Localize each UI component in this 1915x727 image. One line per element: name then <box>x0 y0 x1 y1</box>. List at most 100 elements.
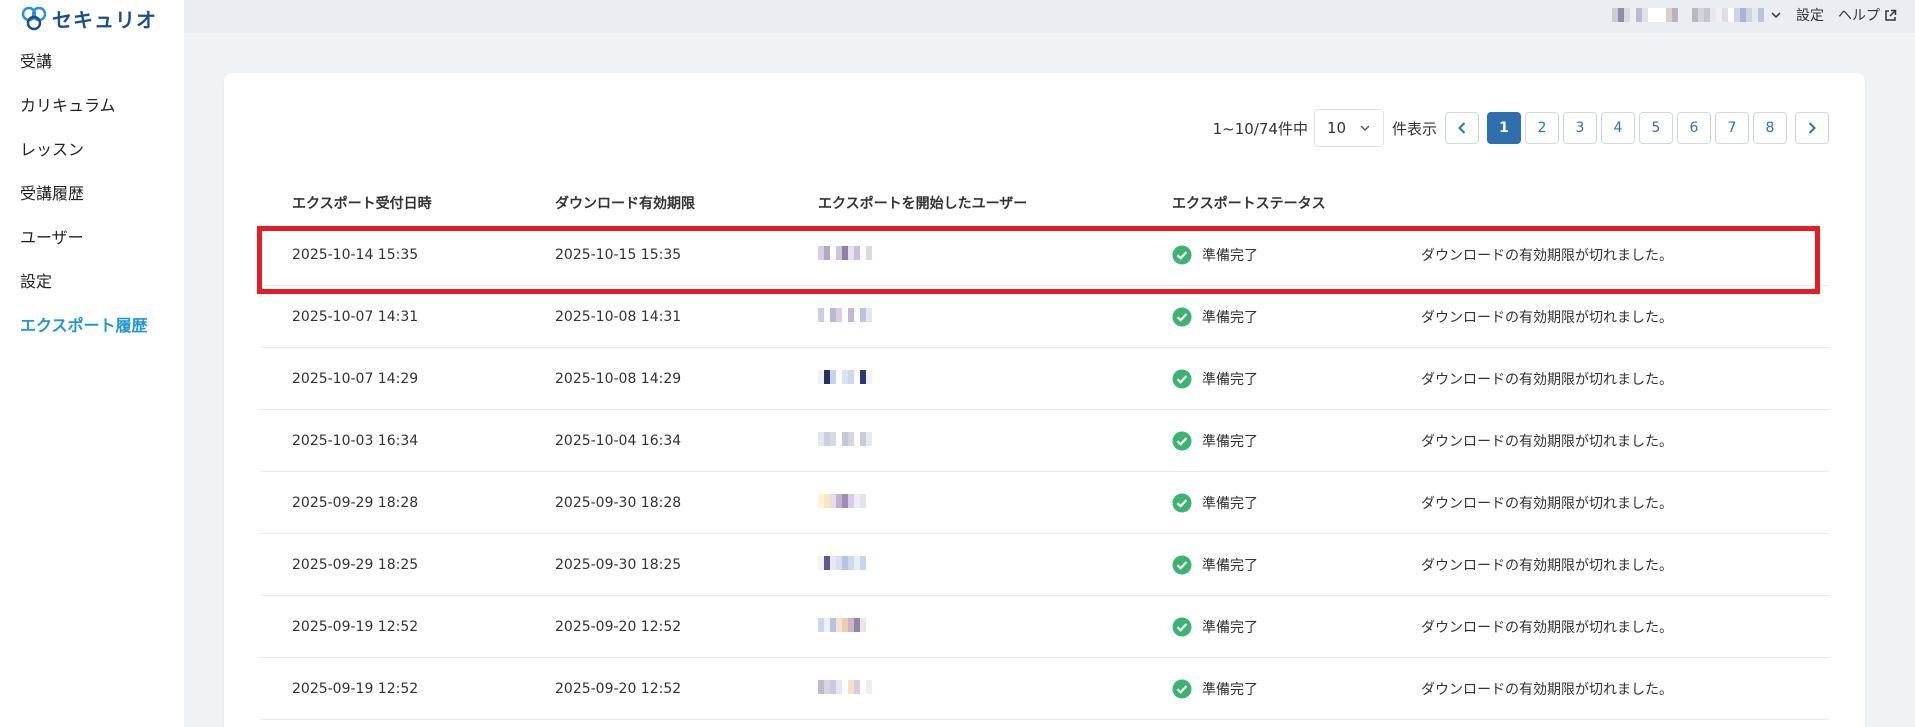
cell-note: ダウンロードの有効期限が切れました。 <box>1421 619 1673 636</box>
table-body: 2025-10-14 15:35 2025-10-15 15:35 準備完了 ダ… <box>260 224 1829 720</box>
sidebar-item-lessons[interactable]: レッスン <box>0 132 184 176</box>
sidebar-item-history[interactable]: 受講履歴 <box>0 176 184 220</box>
cell-received-at: 2025-09-29 18:25 <box>292 556 419 573</box>
header-received-at: エクスポート受付日時 <box>292 196 432 212</box>
external-link-icon <box>1885 9 1897 21</box>
cell-expires-at: 2025-10-15 15:35 <box>555 246 682 263</box>
table-row: 2025-09-19 12:52 2025-09-20 12:52 準備完了 ダ… <box>260 658 1829 720</box>
check-circle-icon <box>1172 245 1192 264</box>
app: セキュリオ 受講 カリキュラム レッスン 受講履歴 ユーザー 設定 エクスポート… <box>0 0 1915 727</box>
status-badge: 準備完了 <box>1172 245 1421 265</box>
cell-note: ダウンロードの有効期限が切れました。 <box>1421 309 1673 326</box>
sidebar-item-export-history[interactable]: エクスポート履歴 <box>0 308 184 352</box>
page-button-4[interactable]: 4 <box>1601 112 1635 144</box>
status-text: 準備完了 <box>1202 247 1258 264</box>
cell-note: ダウンロードの有効期限が切れました。 <box>1421 495 1673 512</box>
help-link[interactable]: ヘルプ <box>1838 5 1897 25</box>
chevron-down-icon <box>1771 12 1781 19</box>
user-menu[interactable] <box>1692 8 1782 22</box>
prev-page-button[interactable] <box>1445 112 1479 144</box>
cell-started-by <box>786 369 1140 388</box>
status-badge: 準備完了 <box>1172 307 1421 327</box>
help-link-label: ヘルプ <box>1838 8 1880 24</box>
table-row: 2025-10-07 14:29 2025-10-08 14:29 準備完了 ダ… <box>260 348 1829 410</box>
sidebar-item-users[interactable]: ユーザー <box>0 220 184 264</box>
table-row: 2025-09-29 18:25 2025-09-30 18:25 準備完了 ダ… <box>260 534 1829 596</box>
topbar-right: 設定 ヘルプ <box>1612 0 1897 30</box>
check-circle-icon <box>1172 617 1192 636</box>
cell-status: 準備完了 <box>1140 431 1421 451</box>
cell-expires-at: 2025-10-08 14:31 <box>555 308 682 325</box>
status-text: 準備完了 <box>1202 495 1258 512</box>
chevron-down-icon <box>1360 125 1370 131</box>
cell-status: 準備完了 <box>1140 245 1421 265</box>
logo-text: セキュリオ <box>52 7 157 32</box>
cell-started-by <box>786 679 1140 698</box>
redacted-user-avatar-name <box>818 493 872 508</box>
cell-status: 準備完了 <box>1140 679 1421 699</box>
header-expires-at: ダウンロード有効期限 <box>555 196 695 212</box>
check-circle-icon <box>1172 369 1192 388</box>
logo[interactable]: セキュリオ <box>20 4 157 32</box>
status-badge: 準備完了 <box>1172 679 1421 699</box>
page-button-2[interactable]: 2 <box>1525 112 1559 144</box>
cell-started-by <box>786 431 1140 450</box>
sidebar-item-settings[interactable]: 設定 <box>0 264 184 308</box>
status-text: 準備完了 <box>1202 371 1258 388</box>
per-page-select[interactable]: 10 <box>1313 109 1384 147</box>
page-button-6[interactable]: 6 <box>1677 112 1711 144</box>
redacted-org-name <box>1612 8 1678 22</box>
header-started-by: エクスポートを開始したユーザー <box>818 196 1028 212</box>
page-button-3[interactable]: 3 <box>1563 112 1597 144</box>
sidebar-item-curriculum[interactable]: カリキュラム <box>0 88 184 132</box>
cell-received-at: 2025-09-29 18:28 <box>292 494 419 511</box>
cell-note: ダウンロードの有効期限が切れました。 <box>1421 371 1673 388</box>
table-row: 2025-10-14 15:35 2025-10-15 15:35 準備完了 ダ… <box>260 224 1829 286</box>
status-text: 準備完了 <box>1202 433 1258 450</box>
status-badge: 準備完了 <box>1172 369 1421 389</box>
status-text: 準備完了 <box>1202 619 1258 636</box>
check-circle-icon <box>1172 493 1192 512</box>
cell-status: 準備完了 <box>1140 493 1421 513</box>
cell-received-at: 2025-10-07 14:29 <box>292 370 419 387</box>
cell-expires-at: 2025-10-08 14:29 <box>555 370 682 387</box>
settings-link[interactable]: 設定 <box>1796 5 1824 25</box>
status-badge: 準備完了 <box>1172 431 1421 451</box>
status-text: 準備完了 <box>1202 681 1258 698</box>
cell-note: ダウンロードの有効期限が切れました。 <box>1421 681 1673 698</box>
status-badge: 準備完了 <box>1172 617 1421 637</box>
cell-received-at: 2025-09-19 12:52 <box>292 680 419 697</box>
next-page-button[interactable] <box>1795 112 1829 144</box>
export-history-card: 1~10/74件中 10 件表示 1 2 3 4 5 6 7 8 エクスポート受… <box>224 73 1865 727</box>
status-text: 準備完了 <box>1202 557 1258 574</box>
export-table: エクスポート受付日時 ダウンロード有効期限 エクスポートを開始したユーザー エク… <box>260 182 1829 720</box>
cell-note: ダウンロードの有効期限が切れました。 <box>1421 247 1673 264</box>
redacted-user-avatar-name <box>818 369 872 384</box>
check-circle-icon <box>1172 555 1192 574</box>
cell-note: ダウンロードの有効期限が切れました。 <box>1421 557 1673 574</box>
status-badge: 準備完了 <box>1172 555 1421 575</box>
sidebar-item-courses[interactable]: 受講 <box>0 44 184 88</box>
table-row: 2025-10-03 16:34 2025-10-04 16:34 準備完了 ダ… <box>260 410 1829 472</box>
cell-note: ダウンロードの有効期限が切れました。 <box>1421 433 1673 450</box>
cell-started-by <box>786 555 1140 574</box>
cell-received-at: 2025-10-03 16:34 <box>292 432 419 449</box>
page-button-5[interactable]: 5 <box>1639 112 1673 144</box>
sidebar-nav: 受講 カリキュラム レッスン 受講履歴 ユーザー 設定 エクスポート履歴 <box>0 44 184 352</box>
cell-received-at: 2025-09-19 12:52 <box>292 618 419 635</box>
table-header: エクスポート受付日時 ダウンロード有効期限 エクスポートを開始したユーザー エク… <box>260 182 1829 224</box>
topbar: 設定 ヘルプ <box>184 0 1915 33</box>
header-status: エクスポートステータス <box>1172 196 1326 212</box>
chevron-right-icon <box>1808 122 1816 134</box>
page-button-1[interactable]: 1 <box>1487 112 1521 144</box>
cell-started-by <box>786 493 1140 512</box>
page-button-8[interactable]: 8 <box>1753 112 1787 144</box>
cell-expires-at: 2025-09-20 12:52 <box>555 618 682 635</box>
redacted-user-avatar-name <box>818 679 872 694</box>
redacted-user-avatar-name <box>818 555 872 570</box>
check-circle-icon <box>1172 679 1192 698</box>
redacted-user-avatar-name <box>818 245 872 260</box>
page-button-7[interactable]: 7 <box>1715 112 1749 144</box>
sidebar: セキュリオ 受講 カリキュラム レッスン 受講履歴 ユーザー 設定 エクスポート… <box>0 0 184 727</box>
cell-status: 準備完了 <box>1140 555 1421 575</box>
